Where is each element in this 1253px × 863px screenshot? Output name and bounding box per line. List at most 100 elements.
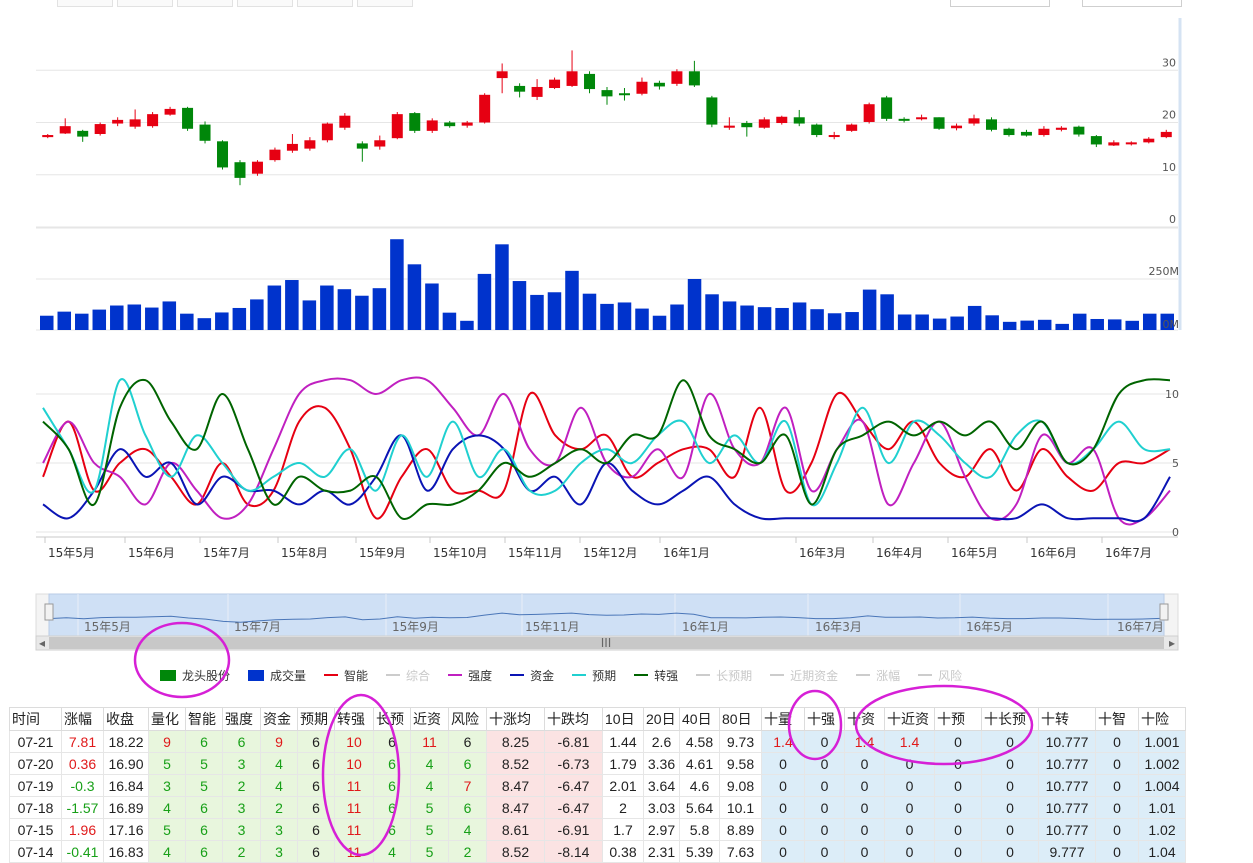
candle-body <box>251 161 263 174</box>
legend-item[interactable]: 转强 <box>634 667 678 684</box>
column-header[interactable]: 十量 <box>761 707 805 731</box>
column-header[interactable]: 时间 <box>9 707 62 731</box>
volume-bar <box>617 302 632 330</box>
legend-item[interactable]: 智能 <box>324 667 368 684</box>
table-cell: 0 <box>1095 774 1139 797</box>
legend-item[interactable]: 长预期 <box>696 667 752 684</box>
legend-label: 长预期 <box>716 668 753 683</box>
candle-body <box>217 141 229 168</box>
table-cell: 2.6 <box>643 730 680 753</box>
column-header[interactable]: 收盘 <box>103 707 149 731</box>
legend-item[interactable]: 综合 <box>386 667 430 684</box>
column-header[interactable]: 十长预 <box>981 707 1039 731</box>
table-cell: 1.96 <box>61 818 104 841</box>
column-header[interactable]: 80日 <box>719 707 762 731</box>
table-cell: 16.89 <box>103 796 149 819</box>
column-header[interactable]: 十转 <box>1038 707 1096 731</box>
table-cell: 0 <box>804 774 845 797</box>
x-tick-label: 16年6月 <box>1030 546 1077 560</box>
table-cell: 11 <box>334 774 374 797</box>
volume-bar <box>110 305 124 330</box>
table-cell: 0 <box>1095 730 1139 753</box>
table-cell: 6 <box>297 774 335 797</box>
column-header[interactable]: 预期 <box>297 707 335 731</box>
volume-bar <box>687 279 702 330</box>
column-header[interactable]: 强度 <box>222 707 261 731</box>
column-header[interactable]: 十强 <box>804 707 845 731</box>
column-header[interactable]: 资金 <box>260 707 298 731</box>
table-cell: 4.58 <box>679 730 720 753</box>
column-header[interactable]: 十险 <box>1138 707 1186 731</box>
column-header[interactable]: 风险 <box>448 707 487 731</box>
navigator[interactable]: 15年5月 15年7月 15年9月 15年11月 16年1月 16年3月 16年5月 16年7… <box>35 593 1179 651</box>
candle-body <box>1055 127 1067 130</box>
legend-label: 涨幅 <box>876 668 901 683</box>
x-tick-label: 16年1月 <box>663 546 710 560</box>
legend-item[interactable]: 风险 <box>918 667 962 684</box>
column-header[interactable]: 20日 <box>643 707 680 731</box>
legend-item[interactable]: 近期资金 <box>770 667 838 684</box>
legend-item[interactable]: 涨幅 <box>856 667 900 684</box>
table-cell: 1.44 <box>602 730 644 753</box>
volume-bar <box>792 302 807 330</box>
volume-bar <box>652 315 667 330</box>
column-header[interactable]: 十近资 <box>884 707 935 731</box>
candle-body <box>234 162 246 178</box>
column-header[interactable]: 智能 <box>185 707 223 731</box>
table-cell: 10.1 <box>719 796 762 819</box>
legend-item[interactable]: 预期 <box>572 667 616 684</box>
candle-body <box>286 143 298 151</box>
column-header[interactable]: 涨幅 <box>61 707 104 731</box>
volume-bar <box>127 304 142 330</box>
table-cell: 0 <box>844 796 885 819</box>
column-header[interactable]: 长预 <box>373 707 411 731</box>
navigator-label: 15年11月 <box>525 620 580 634</box>
legend-item[interactable]: 成交量 <box>248 667 306 684</box>
table-cell: 3 <box>260 840 298 863</box>
column-header[interactable]: 十涨均 <box>486 707 545 731</box>
volume-bar <box>635 308 649 330</box>
column-header[interactable]: 转强 <box>334 707 374 731</box>
volume-bar <box>740 305 754 330</box>
table-cell: 0 <box>884 818 935 841</box>
volume-bar <box>565 270 579 330</box>
legend-item[interactable]: 强度 <box>448 667 492 684</box>
table-cell: 0 <box>761 840 805 863</box>
table-cell: 5.64 <box>679 796 720 819</box>
candle-body <box>1143 138 1155 143</box>
volume-bar <box>162 301 177 330</box>
legend-item[interactable]: 龙头股份 <box>160 667 230 684</box>
table-cell: 6 <box>185 818 223 841</box>
column-header[interactable]: 十跌均 <box>544 707 603 731</box>
column-header[interactable]: 近资 <box>410 707 449 731</box>
column-header[interactable]: 量化 <box>148 707 186 731</box>
table-cell: 8.61 <box>486 818 545 841</box>
table-cell: 6 <box>297 752 335 775</box>
volume-bar <box>267 285 282 330</box>
table-cell: 0 <box>804 752 845 775</box>
table-cell: 8.52 <box>486 840 545 863</box>
volume-bar <box>477 273 492 330</box>
candle-body <box>793 117 805 124</box>
column-header[interactable]: 十预 <box>934 707 982 731</box>
legend-label: 转强 <box>654 668 679 683</box>
table-cell: 1.4 <box>761 730 805 753</box>
column-header[interactable]: 十智 <box>1095 707 1139 731</box>
column-header[interactable]: 40日 <box>679 707 720 731</box>
column-header[interactable]: 10日 <box>602 707 644 731</box>
volume-bar <box>302 300 317 330</box>
table-header-row: 时间 涨幅 收盘 量化 智能 强度 资金 预期 转强 长预 近资 风险 十涨均 十跌均 10日 20日 40日 8… <box>9 707 1186 731</box>
legend-item[interactable]: 资金 <box>510 667 554 684</box>
table-cell: 6 <box>373 752 411 775</box>
table-cell: 0 <box>934 752 982 775</box>
table-cell: 8.25 <box>486 730 545 753</box>
table-cell: 7.81 <box>61 730 104 753</box>
candle-body <box>881 97 893 119</box>
x-tick-label: 16年7月 <box>1105 546 1152 560</box>
column-header[interactable]: 十资 <box>844 707 885 731</box>
candle-body <box>706 97 718 125</box>
volume-bar <box>827 313 842 330</box>
table-cell: 2 <box>448 840 487 863</box>
table-cell: 0 <box>884 840 935 863</box>
y-tick-label: 5 <box>1172 457 1179 470</box>
